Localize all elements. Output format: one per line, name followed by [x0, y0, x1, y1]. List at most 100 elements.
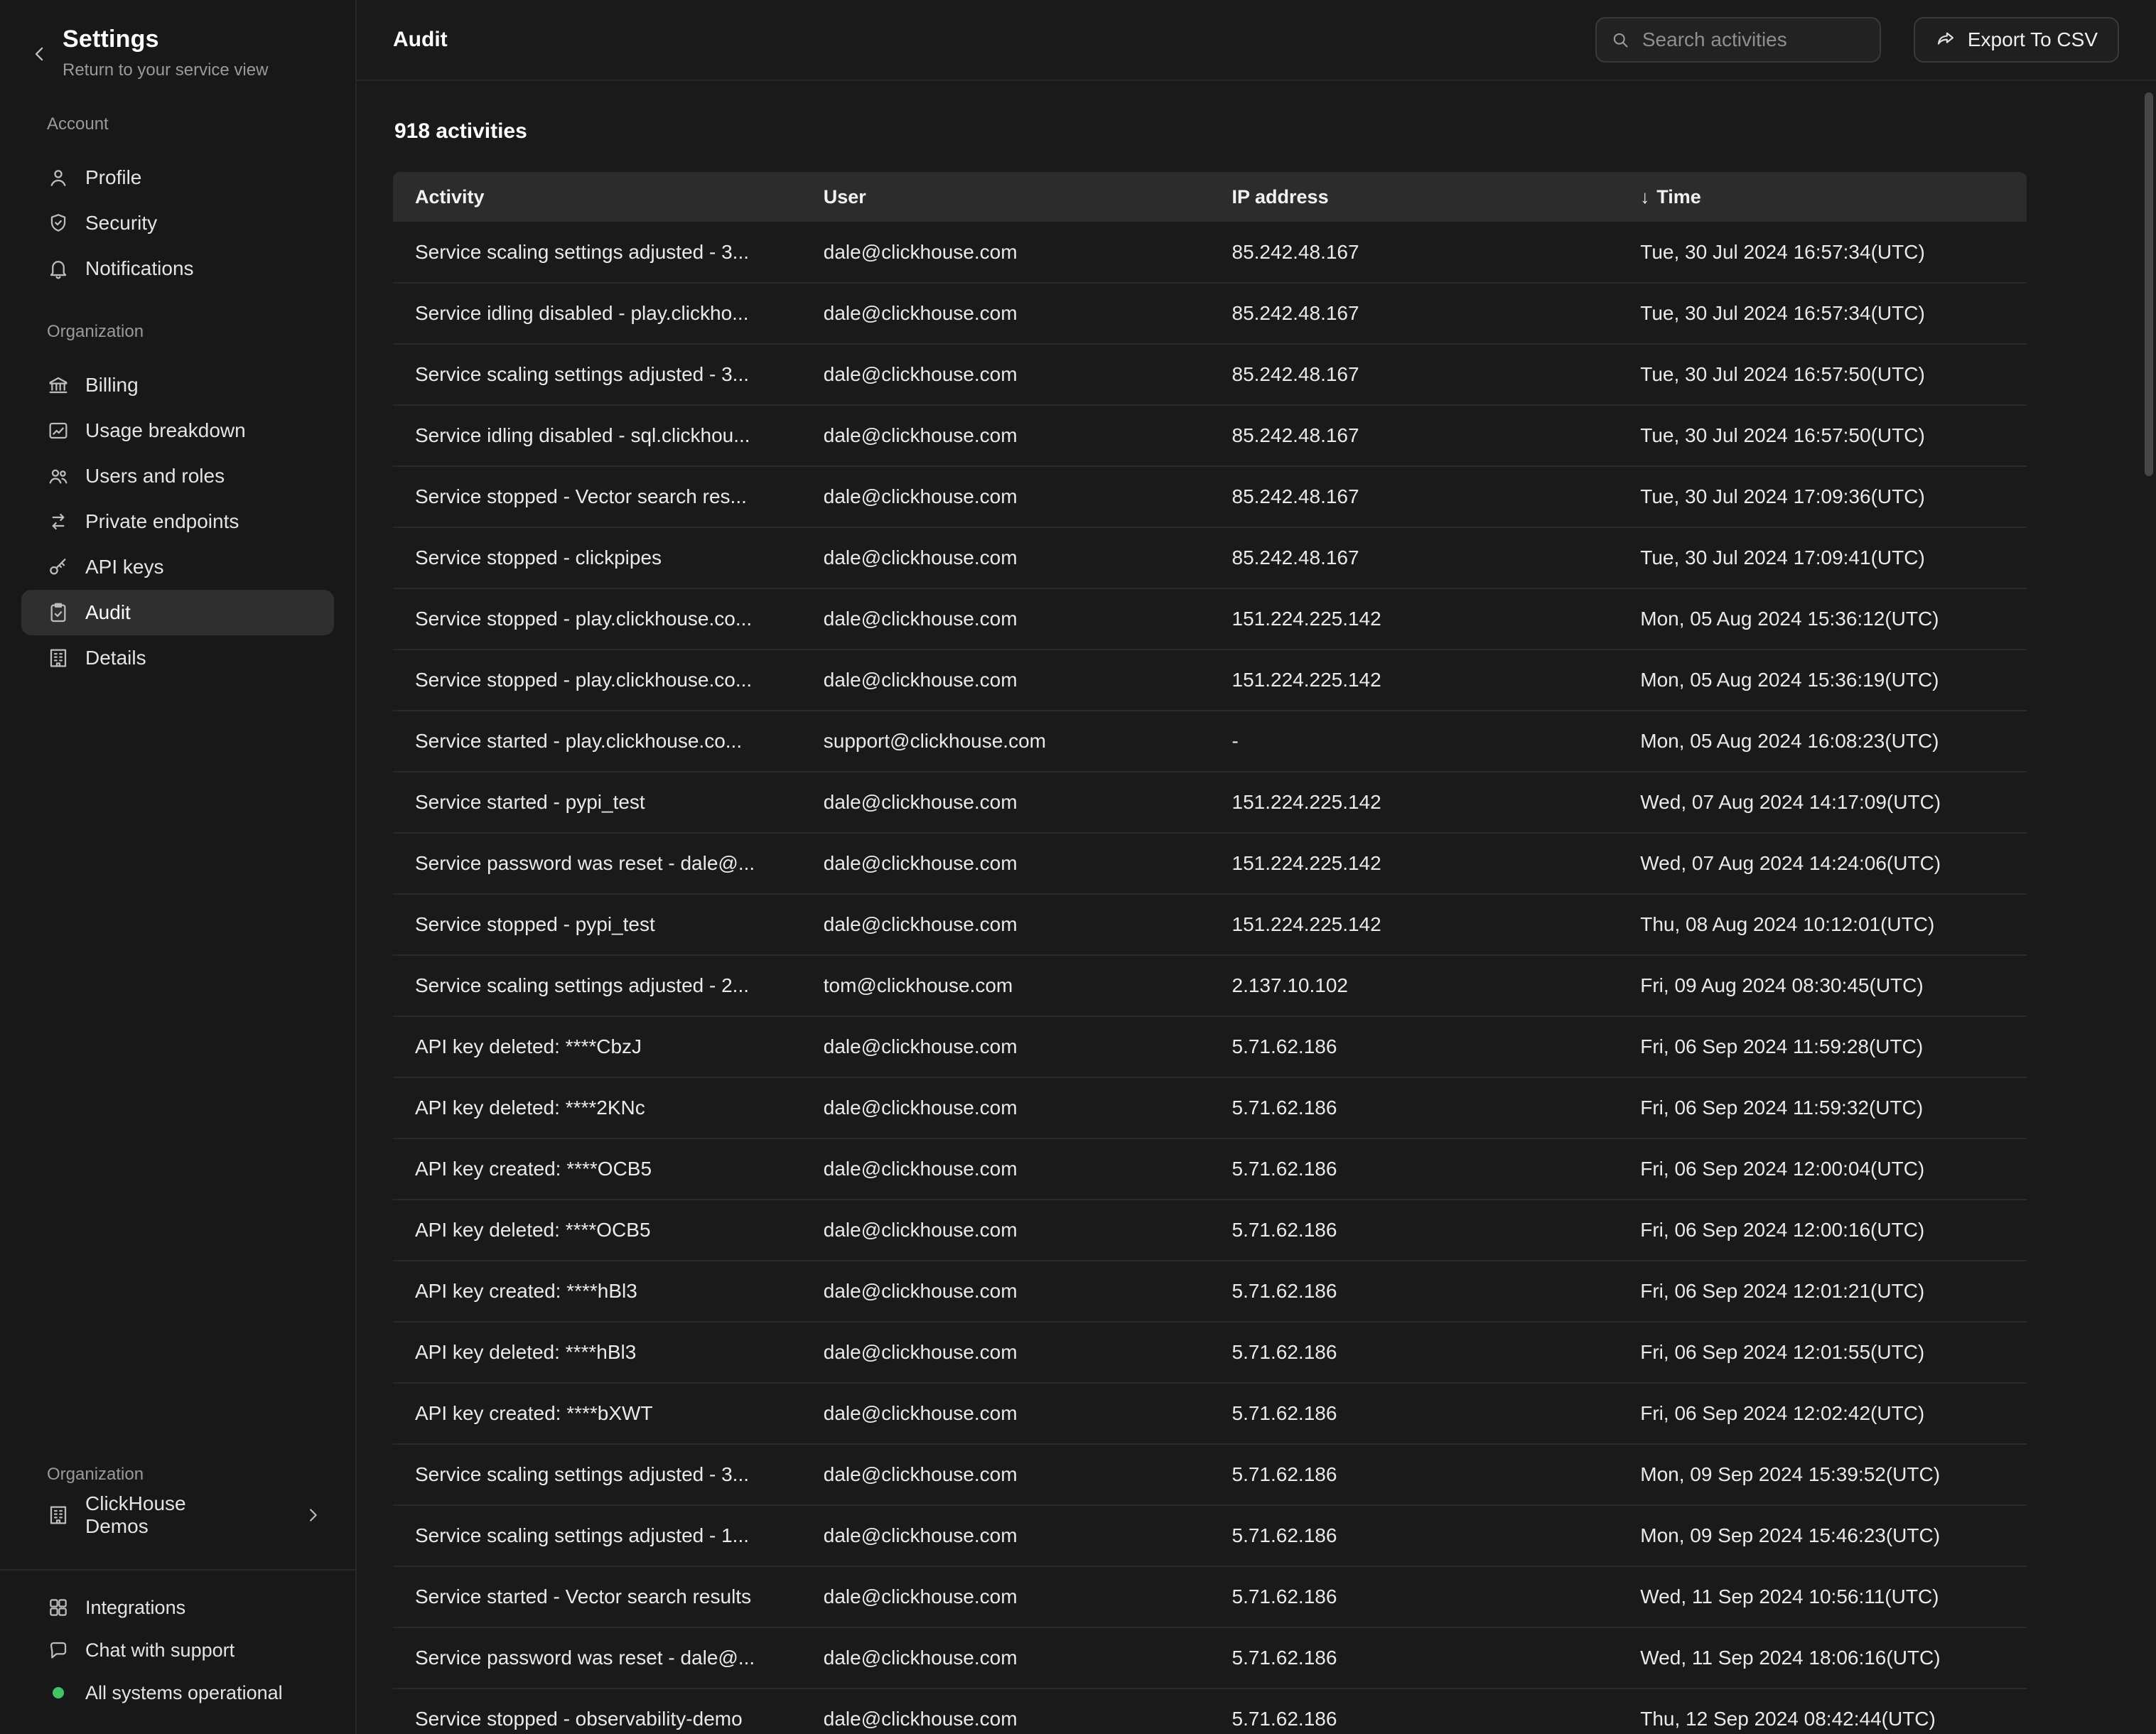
table-cell: Wed, 11 Sep 2024 18:06:16(UTC) [1618, 1627, 2027, 1689]
usage-chart-icon [47, 419, 70, 442]
chat-icon [47, 1639, 70, 1662]
table-cell: 5.71.62.186 [1210, 1077, 1619, 1138]
table-row[interactable]: Service password was reset - dale@...dal… [393, 833, 2027, 894]
sidebar-item-notifications[interactable]: Notifications [21, 246, 334, 291]
sort-desc-icon: ↓ [1640, 186, 1649, 208]
org-switcher[interactable]: ClickHouse Demos [21, 1492, 334, 1538]
footer-item-integrations[interactable]: Integrations [0, 1586, 355, 1629]
sidebar-item-private-endpoints[interactable]: Private endpoints [21, 499, 334, 544]
table-row[interactable]: Service stopped - play.clickhouse.co...d… [393, 588, 2027, 650]
sidebar-item-billing[interactable]: Billing [21, 362, 334, 408]
table-cell: tom@clickhouse.com [802, 955, 1210, 1016]
section-label-organization: Organization [47, 321, 355, 343]
table-row[interactable]: API key deleted: ****hBl3dale@clickhouse… [393, 1322, 2027, 1383]
table-cell: Thu, 08 Aug 2024 10:12:01(UTC) [1618, 894, 2027, 955]
column-header-user[interactable]: User [802, 172, 1210, 222]
table-cell: Service stopped - play.clickhouse.co... [393, 650, 802, 711]
table-row[interactable]: API key deleted: ****OCB5dale@clickhouse… [393, 1200, 2027, 1261]
table-cell: Service started - pypi_test [393, 772, 802, 833]
table-row[interactable]: Service scaling settings adjusted - 3...… [393, 344, 2027, 405]
export-label: Export To CSV [1968, 28, 2098, 51]
table-cell: dale@clickhouse.com [802, 650, 1210, 711]
scrollbar-thumb[interactable] [2145, 92, 2153, 476]
table-cell: API key created: ****hBl3 [393, 1261, 802, 1322]
table-cell: Fri, 06 Sep 2024 12:00:04(UTC) [1618, 1138, 2027, 1200]
sidebar-item-details[interactable]: Details [21, 635, 334, 681]
search-input[interactable] [1595, 17, 1881, 63]
table-cell: Service started - play.clickhouse.co... [393, 711, 802, 772]
table-cell: Service scaling settings adjusted - 3... [393, 1444, 802, 1505]
table-row[interactable]: API key created: ****OCB5dale@clickhouse… [393, 1138, 2027, 1200]
sidebar-item-profile[interactable]: Profile [21, 155, 334, 200]
column-header-ip[interactable]: IP address [1210, 172, 1619, 222]
table-row[interactable]: API key deleted: ****CbzJdale@clickhouse… [393, 1016, 2027, 1077]
bank-icon [47, 374, 70, 397]
table-cell: 85.242.48.167 [1210, 344, 1619, 405]
table-cell: Tue, 30 Jul 2024 16:57:34(UTC) [1618, 283, 2027, 344]
table-row[interactable]: Service idling disabled - sql.clickhou..… [393, 405, 2027, 466]
table-row[interactable]: API key created: ****hBl3dale@clickhouse… [393, 1261, 2027, 1322]
table-cell: Mon, 05 Aug 2024 15:36:12(UTC) [1618, 588, 2027, 650]
sidebar-item-label: Security [85, 212, 157, 235]
table-cell: dale@clickhouse.com [802, 772, 1210, 833]
table-cell: 5.71.62.186 [1210, 1444, 1619, 1505]
sidebar-item-label: API keys [85, 556, 163, 578]
table-cell: 5.71.62.186 [1210, 1383, 1619, 1444]
table-row[interactable]: Service password was reset - dale@...dal… [393, 1627, 2027, 1689]
sidebar-item-api-keys[interactable]: API keys [21, 544, 334, 590]
footer-item-chat-support[interactable]: Chat with support [0, 1629, 355, 1671]
table-row[interactable]: Service started - play.clickhouse.co...s… [393, 711, 2027, 772]
export-csv-button[interactable]: Export To CSV [1914, 17, 2119, 63]
table-cell: dale@clickhouse.com [802, 405, 1210, 466]
table-cell: Mon, 09 Sep 2024 15:46:23(UTC) [1618, 1505, 2027, 1566]
table-row[interactable]: Service scaling settings adjusted - 2...… [393, 955, 2027, 1016]
key-icon [47, 556, 70, 578]
table-cell: Fri, 06 Sep 2024 12:01:55(UTC) [1618, 1322, 2027, 1383]
table-row[interactable]: Service stopped - observability-demodale… [393, 1689, 2027, 1734]
table-cell: 5.71.62.186 [1210, 1138, 1619, 1200]
sidebar-bottom: Organization ClickHouse Demos Integratio… [0, 1464, 355, 1734]
table-row[interactable]: Service stopped - Vector search res...da… [393, 466, 2027, 527]
table-cell: dale@clickhouse.com [802, 833, 1210, 894]
sidebar-item-audit[interactable]: Audit [21, 590, 334, 635]
back-button[interactable] [26, 40, 54, 68]
table-cell: Service idling disabled - sql.clickhou..… [393, 405, 802, 466]
table-cell: - [1210, 711, 1619, 772]
table-row[interactable]: Service stopped - play.clickhouse.co...d… [393, 650, 2027, 711]
table-cell: 5.71.62.186 [1210, 1566, 1619, 1627]
table-row[interactable]: Service scaling settings adjusted - 3...… [393, 1444, 2027, 1505]
table-cell: Mon, 05 Aug 2024 15:36:19(UTC) [1618, 650, 2027, 711]
table-row[interactable]: Service stopped - pypi_testdale@clickhou… [393, 894, 2027, 955]
table-cell: Service stopped - play.clickhouse.co... [393, 588, 802, 650]
table-cell: 5.71.62.186 [1210, 1505, 1619, 1566]
table-row[interactable]: Service started - pypi_testdale@clickhou… [393, 772, 2027, 833]
export-icon [1935, 29, 1956, 50]
footer-item-label: All systems operational [85, 1682, 283, 1704]
sidebar-item-label: Usage breakdown [85, 419, 246, 442]
table-cell: Wed, 07 Aug 2024 14:17:09(UTC) [1618, 772, 2027, 833]
column-header-activity[interactable]: Activity [393, 172, 802, 222]
table-cell: Service started - Vector search results [393, 1566, 802, 1627]
table-row[interactable]: Service scaling settings adjusted - 3...… [393, 222, 2027, 283]
table-cell: Wed, 07 Aug 2024 14:24:06(UTC) [1618, 833, 2027, 894]
table-cell: API key deleted: ****hBl3 [393, 1322, 802, 1383]
table-cell: Service stopped - observability-demo [393, 1689, 802, 1734]
table-cell: 5.71.62.186 [1210, 1322, 1619, 1383]
table-cell: 85.242.48.167 [1210, 527, 1619, 588]
bell-icon [47, 257, 70, 280]
sidebar-item-security[interactable]: Security [21, 200, 334, 246]
column-header-time[interactable]: ↓Time [1618, 172, 2027, 222]
topbar-actions: Export To CSV [1595, 17, 2119, 63]
table-row[interactable]: Service stopped - clickpipesdale@clickho… [393, 527, 2027, 588]
table-row[interactable]: Service started - Vector search resultsd… [393, 1566, 2027, 1627]
footer-item-status[interactable]: All systems operational [0, 1671, 355, 1714]
sidebar-item-usage-breakdown[interactable]: Usage breakdown [21, 408, 334, 453]
table-row[interactable]: Service scaling settings adjusted - 1...… [393, 1505, 2027, 1566]
table-cell: 5.71.62.186 [1210, 1261, 1619, 1322]
table-cell: dale@clickhouse.com [802, 588, 1210, 650]
table-row[interactable]: Service idling disabled - play.clickho..… [393, 283, 2027, 344]
sidebar-item-users-and-roles[interactable]: Users and roles [21, 453, 334, 499]
table-row[interactable]: API key deleted: ****2KNcdale@clickhouse… [393, 1077, 2027, 1138]
sidebar-item-label: Notifications [85, 257, 194, 280]
table-row[interactable]: API key created: ****bXWTdale@clickhouse… [393, 1383, 2027, 1444]
